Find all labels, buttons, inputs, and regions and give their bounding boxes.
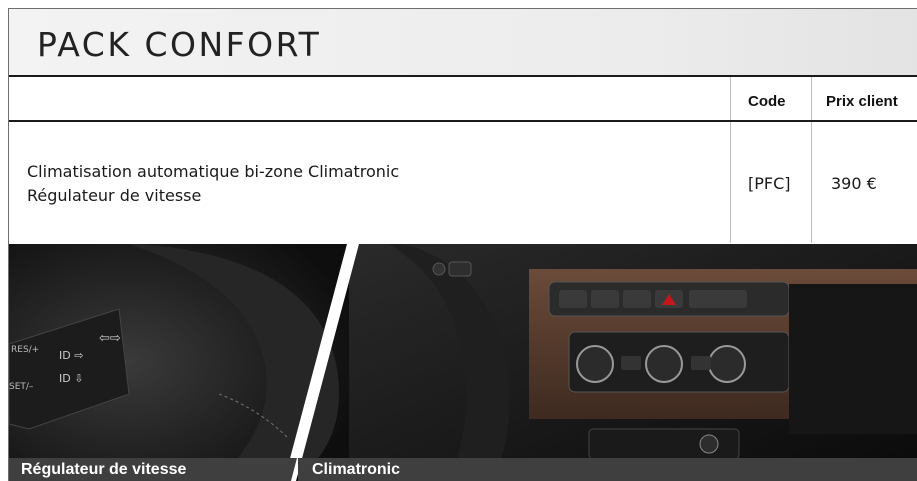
code-cell: [PFC] (748, 174, 791, 193)
column-divider-code (730, 77, 731, 243)
caption-cruise-control: Régulateur de vitesse (21, 461, 187, 478)
option-item: Régulateur de vitesse (27, 186, 202, 205)
svg-text:SET/–: SET/– (9, 382, 34, 392)
header-code: Code (748, 93, 786, 110)
interior-photo-illustration: RES/+ SET/– ID ⇨ ID ⇩ ⇦⇨ (9, 244, 917, 481)
option-item: Climatisation automatique bi-zone Climat… (27, 162, 400, 181)
option-items: Climatisation automatique bi-zone Climat… (27, 160, 399, 208)
svg-text:ID ⇩: ID ⇩ (59, 372, 83, 385)
page-title: PACK CONFORT (37, 25, 322, 64)
header-rule (9, 120, 917, 122)
title-bar: PACK CONFORT (9, 9, 917, 75)
column-divider-price (811, 77, 812, 243)
caption-climatronic: Climatronic (312, 461, 401, 478)
svg-text:RES/+: RES/+ (11, 345, 39, 355)
price-cell: 390 € (831, 174, 877, 193)
header-price: Prix client (826, 93, 898, 110)
svg-text:ID ⇨: ID ⇨ (59, 349, 83, 362)
interior-photo: RES/+ SET/– ID ⇨ ID ⇩ ⇦⇨ (9, 244, 917, 481)
svg-text:⇦⇨: ⇦⇨ (99, 331, 121, 346)
